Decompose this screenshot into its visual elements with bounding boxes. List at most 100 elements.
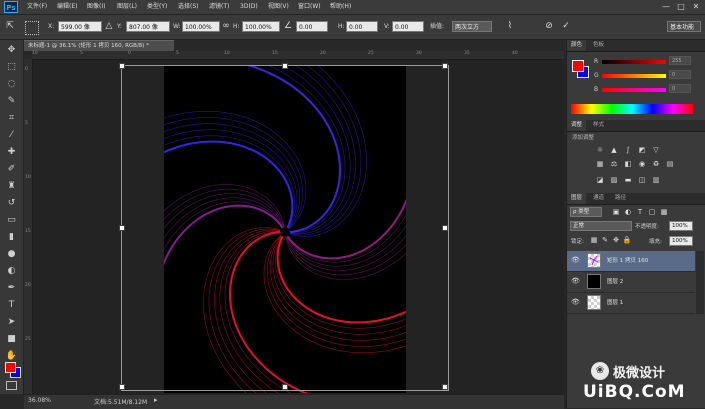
visibility-eye-icon[interactable]: 👁 [571, 256, 580, 265]
color-spectrum[interactable] [571, 104, 693, 114]
menu-image[interactable]: 图像(I) [87, 0, 105, 14]
layer-name[interactable]: 矩形 1 拷贝 160 [607, 251, 648, 271]
document-tab[interactable]: 未标题-1 @ 36.1% (矩形 1 拷贝 160, RGB/8) * [24, 40, 174, 51]
free-transform-box[interactable] [119, 63, 449, 391]
color-balance-icon[interactable]: ⚖ [609, 160, 619, 169]
lock-paint-icon[interactable]: ✎ [600, 236, 610, 245]
workspace-dropdown[interactable]: 基本功能 [667, 21, 701, 32]
menu-help[interactable]: 帮助(H) [330, 0, 351, 14]
relative-position-icon[interactable]: △ [103, 20, 115, 33]
layer-name[interactable]: 图层 2 [607, 272, 623, 292]
layers-scrollbar[interactable] [696, 251, 704, 314]
type-tool-icon[interactable]: T [4, 298, 19, 313]
transform-handle[interactable] [119, 225, 125, 231]
x-field[interactable]: 599.00 像 [58, 21, 102, 32]
history-brush-tool-icon[interactable]: ↺ [4, 196, 19, 211]
lock-pixels-icon[interactable]: ▦ [589, 236, 599, 245]
panel-foreground-swatch[interactable] [572, 60, 584, 72]
reference-point-icon[interactable] [25, 21, 39, 35]
zoom-level[interactable]: 36.08% [28, 397, 51, 404]
link-icon[interactable]: ∞ [220, 20, 232, 33]
close-button[interactable]: ✕ [689, 1, 703, 13]
transform-handle[interactable] [442, 225, 448, 231]
blur-tool-icon[interactable]: ● [4, 247, 19, 262]
visibility-eye-icon[interactable]: 👁 [571, 277, 580, 286]
maximize-button[interactable]: □ [674, 1, 688, 13]
hue-saturation-icon[interactable]: ▦ [595, 160, 605, 169]
menu-select[interactable]: 选择(S) [178, 0, 199, 14]
opacity-field[interactable]: 100% [669, 221, 693, 231]
h-field[interactable]: 100.00% [242, 21, 280, 32]
menu-type[interactable]: 类型(Y) [147, 0, 167, 14]
menu-file[interactable]: 文件(F) [27, 0, 47, 14]
eyedropper-tool-icon[interactable]: ⁄ [4, 128, 19, 143]
black-white-icon[interactable]: ◧ [623, 160, 633, 169]
filter-pixel-icon[interactable]: ▣ [611, 208, 621, 217]
tab-layers[interactable]: 图层 [567, 193, 587, 204]
quick-mask-icon[interactable] [6, 381, 17, 390]
levels-icon[interactable]: ▲ [609, 146, 619, 155]
layer-name[interactable]: 图层 1 [607, 293, 623, 313]
fill-field[interactable]: 100% [669, 236, 693, 246]
move-tool-icon[interactable]: ✥ [4, 43, 19, 58]
tab-swatches[interactable]: 色板 [589, 40, 608, 51]
vskew-field[interactable]: 0.00 [392, 21, 424, 32]
dodge-tool-icon[interactable]: ◐ [4, 264, 19, 279]
layer-row[interactable]: 👁 图层 1 [567, 293, 695, 314]
visibility-eye-icon[interactable]: 👁 [571, 298, 580, 307]
warp-mode-icon[interactable]: ⌇ [504, 20, 516, 33]
threshold-icon[interactable]: ▬ [623, 176, 633, 185]
g-field[interactable]: 0 [669, 70, 691, 79]
transform-handle[interactable] [119, 384, 125, 390]
blend-mode-dropdown[interactable]: 正常 [570, 221, 632, 231]
y-field[interactable]: 807.00 像 [126, 21, 170, 32]
interpolation-dropdown[interactable]: 两次立方 [452, 21, 492, 32]
crop-tool-icon[interactable]: ⌗ [4, 111, 19, 126]
invert-icon[interactable]: ◪ [595, 176, 605, 185]
minimize-button[interactable]: — [659, 1, 673, 13]
filter-smart-icon[interactable]: ▩ [659, 208, 669, 217]
lasso-tool-icon[interactable]: ◌ [4, 77, 19, 92]
tab-channels[interactable]: 通道 [589, 193, 608, 204]
filter-type-icon[interactable]: T [635, 208, 645, 217]
menu-window[interactable]: 窗口(W) [298, 0, 321, 14]
tab-styles[interactable]: 样式 [589, 120, 608, 131]
lock-all-icon[interactable]: 🔒 [622, 236, 632, 245]
brush-tool-icon[interactable]: ✐ [4, 162, 19, 177]
exposure-icon[interactable]: ◩ [637, 146, 647, 155]
selective-color-icon[interactable]: ◫ [637, 176, 647, 185]
filter-adjust-icon[interactable]: ◐ [623, 208, 633, 217]
marquee-tool-icon[interactable]: ⬚ [4, 60, 19, 75]
rectangle-tool-icon[interactable]: ■ [4, 332, 19, 347]
menu-view[interactable]: 视图(V) [268, 0, 289, 14]
transform-handle[interactable] [442, 384, 448, 390]
menu-filter[interactable]: 滤镜(T) [209, 0, 229, 14]
status-arrow-icon[interactable]: ▸ [154, 396, 158, 404]
w-field[interactable]: 100.00% [182, 21, 220, 32]
lock-position-icon[interactable]: ✥ [611, 236, 621, 245]
tab-paths[interactable]: 路径 [611, 193, 630, 204]
foreground-color-swatch[interactable] [5, 362, 16, 373]
pen-tool-icon[interactable]: ✒ [4, 281, 19, 296]
tab-adjustments[interactable]: 调整 [567, 120, 587, 131]
r-field[interactable]: 255 [669, 56, 691, 65]
hskew-field[interactable]: 0.00 [346, 21, 378, 32]
menu-edit[interactable]: 编辑(E) [57, 0, 77, 14]
posterize-icon[interactable]: ▨ [609, 176, 619, 185]
transform-handle[interactable] [119, 63, 125, 69]
healing-tool-icon[interactable]: ✚ [4, 145, 19, 160]
g-slider[interactable] [602, 74, 666, 78]
b-slider[interactable] [602, 88, 666, 92]
gradient-map-icon[interactable]: ▥ [651, 176, 661, 185]
transform-handle[interactable] [282, 384, 288, 390]
color-lookup-icon[interactable]: ▤ [665, 160, 675, 169]
r-slider[interactable] [602, 60, 666, 64]
layer-row[interactable]: 👁 图层 2 [567, 272, 695, 293]
menu-layer[interactable]: 图层(L) [117, 0, 137, 14]
stamp-tool-icon[interactable]: ♜ [4, 179, 19, 194]
path-select-tool-icon[interactable]: ➤ [4, 315, 19, 330]
eraser-tool-icon[interactable]: ▭ [4, 213, 19, 228]
commit-transform-icon[interactable]: ✓ [560, 20, 572, 33]
layer-kind-filter[interactable]: ρ 类型 [570, 207, 602, 217]
b-field[interactable]: 0 [669, 84, 691, 93]
